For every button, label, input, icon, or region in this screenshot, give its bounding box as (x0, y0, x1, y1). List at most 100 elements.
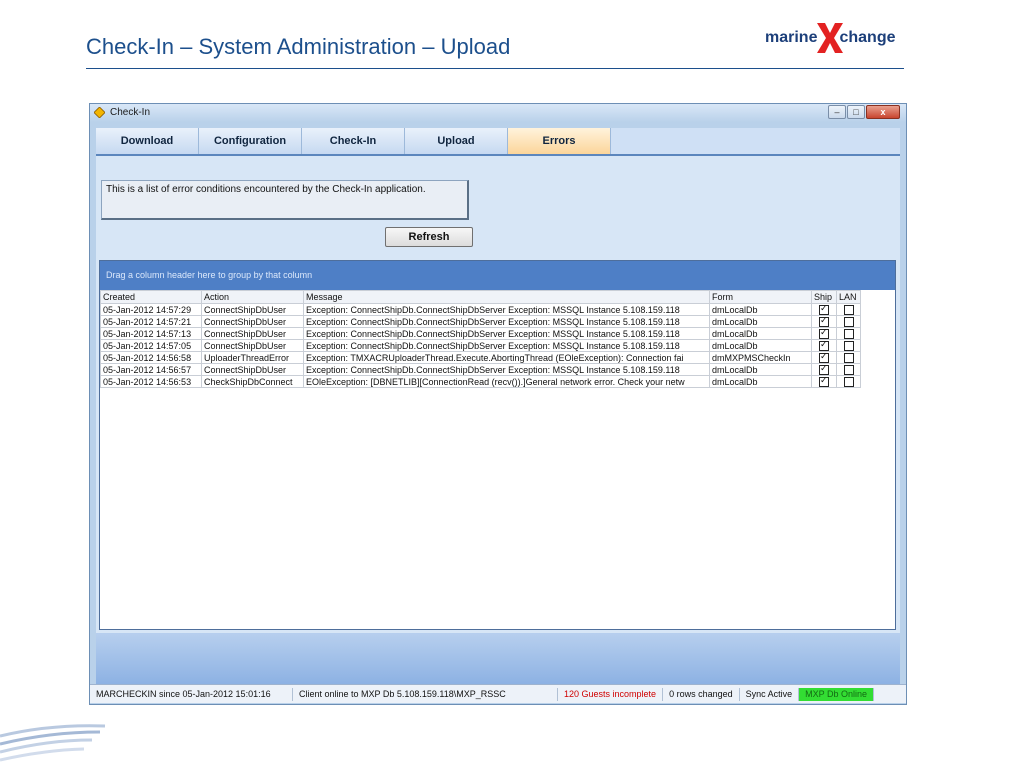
cell-message: Exception: ConnectShipDb.ConnectShipDbSe… (303, 363, 710, 376)
lan-checkbox[interactable] (843, 364, 854, 375)
ship-checkbox[interactable] (819, 329, 829, 339)
tab-configuration[interactable]: Configuration (199, 128, 302, 154)
cell-ship (811, 303, 837, 316)
close-button[interactable]: x (866, 105, 900, 119)
column-header-ship[interactable]: Ship (811, 290, 837, 304)
window-title: Check-In (110, 107, 151, 118)
cell-created: 05-Jan-2012 14:57:13 (100, 327, 202, 340)
cell-action: ConnectShipDbUser (201, 363, 304, 376)
lan-checkbox[interactable] (843, 352, 854, 363)
ship-checkbox[interactable] (819, 341, 829, 351)
lan-checkbox[interactable] (843, 376, 854, 387)
cell-lan (836, 339, 861, 352)
lan-checkbox[interactable] (843, 328, 854, 339)
errors-description: This is a list of error conditions encou… (101, 180, 469, 220)
status-rows-changed: 0 rows changed (663, 687, 740, 701)
cell-lan (836, 315, 861, 328)
cell-lan (836, 375, 861, 388)
cell-action: ConnectShipDbUser (201, 315, 304, 328)
cell-lan (836, 351, 861, 364)
lan-checkbox[interactable] (843, 340, 854, 351)
cell-created: 05-Jan-2012 14:56:57 (100, 363, 202, 376)
ship-checkbox[interactable] (819, 377, 829, 387)
status-bar: MARCHECKIN since 05-Jan-2012 15:01:16 Cl… (90, 684, 906, 703)
column-header-created[interactable]: Created (100, 290, 202, 304)
cell-form: dmLocalDb (709, 315, 812, 328)
cell-form: dmMXPMSCheckIn (709, 351, 812, 364)
cell-ship (811, 327, 837, 340)
logo-text-right: change (839, 29, 896, 46)
group-by-panel[interactable]: Drag a column header here to group by th… (100, 261, 895, 290)
cell-message: Exception: ConnectShipDb.ConnectShipDbSe… (303, 327, 710, 340)
table-row[interactable]: 05-Jan-2012 14:56:53 CheckShipDbConnect EO… (100, 375, 861, 388)
decorative-swoosh-graphic (0, 724, 106, 762)
cell-created: 05-Jan-2012 14:56:53 (100, 375, 202, 388)
cell-ship (811, 339, 837, 352)
tab-upload[interactable]: Upload (405, 128, 508, 154)
ship-checkbox[interactable] (819, 365, 829, 375)
table-row[interactable]: 05-Jan-2012 14:57:29 ConnectShipDbUser Exc… (100, 303, 861, 316)
tab-check-in[interactable]: Check-In (302, 128, 405, 154)
bottom-panel (96, 633, 900, 685)
lan-checkbox[interactable] (843, 316, 854, 327)
slide-title: Check-In – System Administration – Uploa… (86, 34, 511, 59)
cell-ship (811, 351, 837, 364)
cell-ship (811, 375, 837, 388)
tab-errors[interactable]: Errors (508, 128, 611, 154)
cell-form: dmLocalDb (709, 303, 812, 316)
cell-message: Exception: ConnectShipDb.ConnectShipDbSe… (303, 339, 710, 352)
cell-message: Exception: TMXACRUploaderThread.Execute.… (303, 351, 710, 364)
window-titlebar[interactable]: Check-In – □ x (90, 104, 906, 122)
cell-ship (811, 315, 837, 328)
table-row[interactable]: 05-Jan-2012 14:57:05 ConnectShipDbUser Exc… (100, 339, 861, 352)
cell-lan (836, 363, 861, 376)
cell-action: CheckShipDbConnect (201, 375, 304, 388)
column-header-lan[interactable]: LAN (836, 290, 861, 304)
cell-ship (811, 363, 837, 376)
cell-action: UploaderThreadError (201, 351, 304, 364)
cell-created: 05-Jan-2012 14:57:05 (100, 339, 202, 352)
cell-lan (836, 303, 861, 316)
tab-download[interactable]: Download (96, 128, 199, 154)
cell-form: dmLocalDb (709, 363, 812, 376)
tab-bar: Download Configuration Check-In Upload E… (96, 128, 900, 156)
status-sync: Sync Active (740, 687, 800, 701)
cell-action: ConnectShipDbUser (201, 339, 304, 352)
error-grid: Drag a column header here to group by th… (99, 260, 896, 630)
logo-text-left: marine (765, 29, 818, 46)
cell-message: Exception: ConnectShipDb.ConnectShipDbSe… (303, 303, 710, 316)
checkin-window: Check-In – □ x Download Configuration Ch… (89, 103, 907, 705)
minimize-button[interactable]: – (828, 105, 846, 119)
cell-message: Exception: ConnectShipDb.ConnectShipDbSe… (303, 315, 710, 328)
status-db-online: MXP Db Online (799, 687, 875, 701)
cell-form: dmLocalDb (709, 339, 812, 352)
column-header-message[interactable]: Message (303, 290, 710, 304)
lan-checkbox[interactable] (843, 304, 854, 315)
table-row[interactable]: 05-Jan-2012 14:56:58 UploaderThreadError E… (100, 351, 861, 364)
table-row[interactable]: 05-Jan-2012 14:57:13 ConnectShipDbUser Exc… (100, 327, 861, 340)
cell-created: 05-Jan-2012 14:57:29 (100, 303, 202, 316)
ship-checkbox[interactable] (819, 353, 829, 363)
table-row[interactable]: 05-Jan-2012 14:57:21 ConnectShipDbUser Exc… (100, 315, 861, 328)
cell-created: 05-Jan-2012 14:56:58 (100, 351, 202, 364)
ship-checkbox[interactable] (819, 305, 829, 315)
cell-lan (836, 327, 861, 340)
column-header-action[interactable]: Action (201, 290, 304, 304)
title-divider (86, 68, 904, 69)
marinexchange-logo: marine change (765, 18, 895, 58)
app-icon (94, 107, 105, 118)
window-client-area: Download Configuration Check-In Upload E… (96, 128, 900, 685)
cell-created: 05-Jan-2012 14:57:21 (100, 315, 202, 328)
table-header-row: Created Action Message Form Ship LAN (100, 290, 861, 304)
refresh-button[interactable]: Refresh (385, 227, 473, 247)
maximize-button[interactable]: □ (847, 105, 865, 119)
status-connection: Client online to MXP Db 5.108.159.118\MX… (293, 687, 558, 701)
cell-form: dmLocalDb (709, 327, 812, 340)
ship-checkbox[interactable] (819, 317, 829, 327)
column-header-form[interactable]: Form (709, 290, 812, 304)
table-row[interactable]: 05-Jan-2012 14:56:57 ConnectShipDbUser Exc… (100, 363, 861, 376)
status-guests-incomplete: 120 Guests incomplete (558, 687, 664, 701)
cell-form: dmLocalDb (709, 375, 812, 388)
error-table: Created Action Message Form Ship LAN 05-… (100, 290, 861, 388)
status-user: MARCHECKIN since 05-Jan-2012 15:01:16 (90, 687, 293, 701)
